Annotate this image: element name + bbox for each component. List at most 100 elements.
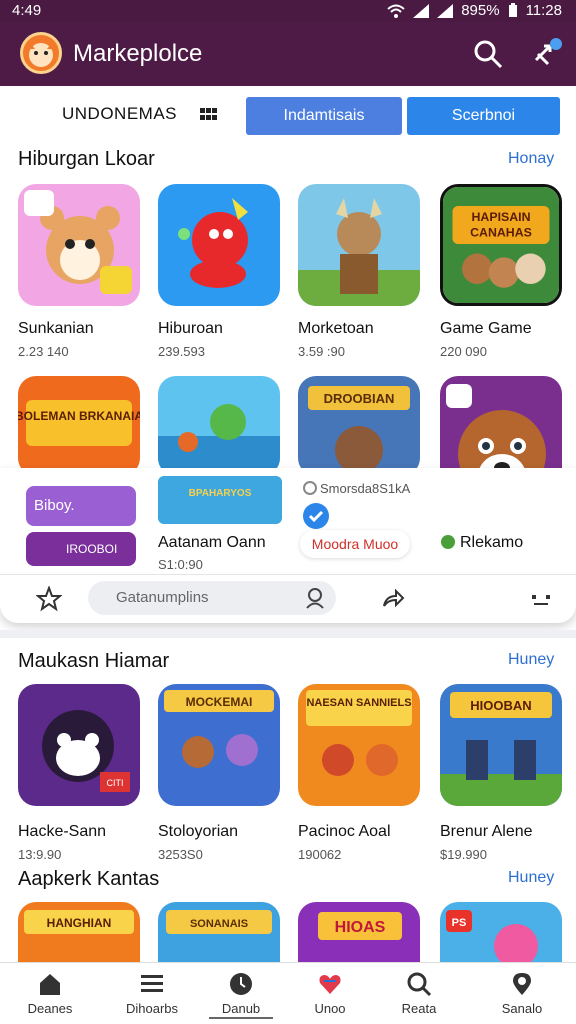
nav-item-search[interactable]: Reata [371, 963, 467, 1024]
app-meta: 239.593 [158, 344, 205, 359]
banner-text: MOCKEMAI [186, 695, 253, 709]
section-more-link[interactable]: Huney [508, 651, 554, 669]
nav-label: Sanalo [501, 1001, 543, 1016]
banner-text: PS [452, 917, 467, 929]
app-name: Morketoan [298, 320, 374, 337]
heart-icon [319, 975, 341, 994]
app-tile[interactable] [298, 184, 420, 306]
star-icon[interactable] [36, 586, 62, 612]
app-tile[interactable]: BOLEMAN BRKANAIA [18, 376, 140, 476]
app-meta: 3253S0 [158, 847, 203, 862]
bottom-nav: Deanes Dihoarbs Danub Unoo Reata Sanalo [0, 962, 576, 1024]
app-meta: 190062 [298, 847, 342, 862]
preview-popup: Biboy. IROOBOI BPAHARYOS Aatanam Oann S1… [0, 468, 576, 623]
filter-button-primary[interactable]: Indamtisais [246, 97, 402, 135]
nav-active-indicator [209, 1017, 273, 1019]
app-tile[interactable] [18, 184, 140, 306]
app-name: Game Game [440, 320, 532, 337]
forward-icon[interactable] [380, 586, 406, 612]
app-name: Hiburoan [158, 320, 223, 337]
app-name: Stoloyorian [158, 823, 239, 840]
nav-item-clock[interactable]: Danub [193, 963, 289, 1024]
app-tile[interactable]: HIOAS [298, 902, 420, 962]
nav-item-heart[interactable]: Unoo [282, 963, 378, 1024]
app-tile[interactable] [158, 184, 280, 306]
nav-label: Unoo [314, 1001, 346, 1016]
app-tile[interactable]: HIOOBAN [440, 684, 562, 806]
status-bar: 4:49 895% 11:28 [0, 0, 576, 22]
section-more-link[interactable]: Honay [508, 150, 554, 168]
status-chip[interactable]: Moodra Muoo [300, 530, 410, 558]
grid-icon[interactable] [200, 108, 218, 120]
banner-text: HIOAS [335, 919, 386, 936]
alien-beach-app-icon [158, 376, 280, 476]
app-meta: 2.23 140 [18, 344, 69, 359]
app-name: Rlekamo [460, 534, 524, 551]
banner-text: SONANAIS [190, 918, 248, 930]
banner-text: NAESAN SANNIELS [306, 697, 411, 709]
menu-icon [141, 975, 163, 992]
check-icon[interactable] [302, 502, 330, 530]
banner-app-icon: BOLEMAN BRKANAIA [18, 376, 140, 476]
section-divider [0, 630, 576, 638]
search-pill-text: Gatanumplins [116, 589, 209, 606]
app-tile[interactable]: MOCKEMAI [158, 684, 280, 806]
app-tile[interactable] [158, 376, 280, 476]
app-tile[interactable]: HANGHIAN [18, 902, 140, 962]
nav-item-home[interactable]: Deanes [2, 963, 98, 1024]
nav-label: Danub [221, 1001, 261, 1016]
wifi-icon [387, 4, 405, 18]
nav-item-location[interactable]: Sanalo [474, 963, 570, 1024]
app-name: Aatanam Oann [158, 534, 266, 551]
animals-game-app-icon: HAPISAIN CANAHAS [443, 187, 559, 303]
app-meta: 220 090 [440, 344, 487, 359]
game-app-icon: HANGHIAN [18, 902, 140, 962]
nav-item-menu[interactable]: Dihoarbs [104, 963, 200, 1024]
app-tile[interactable]: NAESAN SANNIELS [298, 684, 420, 806]
app-logo [20, 32, 62, 74]
app-tile[interactable]: DROOBIAN [298, 376, 420, 476]
nav-label: Deanes [27, 1001, 73, 1016]
app-meta: S1:0:90 [158, 557, 203, 572]
app-name: Pacinoc Aoal [298, 823, 391, 840]
soldiers-app-icon: HIOOBAN [440, 684, 562, 806]
status-text: Smorsda8S1kA [320, 481, 411, 496]
viking-app-icon [298, 184, 420, 306]
status-clock: 11:28 [525, 2, 562, 19]
app-meta: $19.990 [440, 847, 487, 862]
section-more-link[interactable]: Huney [508, 869, 554, 887]
more-icon[interactable] [528, 586, 554, 612]
banner-text: DROOBIAN [324, 391, 395, 406]
nav-label: Dihoarbs [125, 1001, 179, 1016]
status-time: 4:49 [12, 2, 42, 19]
section-title: Hiburgan Lkoar [18, 148, 155, 170]
heroes-app-icon: NAESAN SANNIELS [298, 684, 420, 806]
app-title: Markeplolce [73, 40, 203, 67]
app-tile[interactable]: HAPISAIN CANAHAS [440, 184, 562, 306]
location-icon [513, 973, 531, 995]
search-icon[interactable] [472, 38, 504, 70]
app-tile[interactable]: SONANAIS [158, 902, 280, 962]
share-icon[interactable] [530, 36, 564, 70]
signal-icon [413, 3, 430, 18]
circle-icon [303, 481, 317, 495]
user-icon[interactable] [304, 587, 326, 609]
city-app-icon: DROOBIAN [298, 376, 420, 476]
red-character-app-icon [158, 184, 280, 306]
app-name: Sunkanian [18, 320, 94, 337]
banner-text: BOLEMAN BRKANAIA [18, 409, 140, 423]
game-app-icon: SONANAIS [158, 902, 280, 962]
chip-button[interactable]: Biboy. [26, 486, 136, 526]
section-title: Aapkerk Kantas [18, 868, 160, 890]
divider [0, 574, 576, 575]
game-app-icon: PS [440, 902, 562, 962]
cat-app-icon: CITI [18, 684, 140, 806]
app-tile[interactable]: PS [440, 902, 562, 962]
nav-label: Reata [401, 1001, 437, 1016]
app-tile[interactable]: CITI [18, 684, 140, 806]
popup-banner[interactable]: BPAHARYOS [158, 476, 282, 524]
home-icon [40, 974, 60, 995]
chip-button[interactable]: IROOBOI [26, 532, 136, 566]
filter-button-secondary[interactable]: Scerbnoi [407, 97, 560, 135]
section-title: Maukasn Hiamar [18, 650, 170, 672]
